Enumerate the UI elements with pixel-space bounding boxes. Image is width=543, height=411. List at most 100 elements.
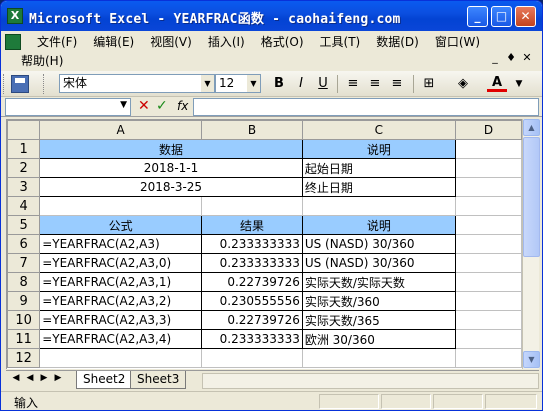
cell-c[interactable]: 说明: [301, 215, 456, 235]
chevron-down-icon[interactable]: ▼: [509, 75, 529, 93]
cell-a[interactable]: =YEARFRAC(A2,A3,2): [39, 291, 203, 311]
fill-color-icon[interactable]: ◈: [453, 75, 473, 93]
menu-tools[interactable]: 工具(T): [312, 33, 369, 51]
menu-insert[interactable]: 插入(I): [200, 33, 253, 51]
cell-a[interactable]: 2018-3-25: [39, 177, 303, 197]
cell-d[interactable]: [454, 234, 522, 254]
row-header[interactable]: 6: [7, 234, 41, 254]
cell-d[interactable]: [454, 177, 522, 197]
scroll-thumb[interactable]: [523, 137, 540, 257]
row-header[interactable]: 1: [7, 139, 41, 159]
title-bar[interactable]: X Microsoft Excel - YEARFRAC函数 - caohaif…: [1, 1, 542, 31]
cell-a[interactable]: [39, 348, 203, 368]
next-sheet-icon[interactable]: ▶: [38, 373, 50, 383]
workbook-restore-button[interactable]: ♦: [503, 51, 519, 69]
cancel-icon[interactable]: ✕: [138, 98, 150, 114]
close-button[interactable]: ✕: [515, 6, 536, 27]
cell-b[interactable]: 0.233333333: [201, 234, 303, 254]
chevron-down-icon[interactable]: ▼: [201, 75, 214, 92]
maximize-button[interactable]: □: [491, 6, 512, 27]
menu-data[interactable]: 数据(D): [368, 33, 427, 51]
cell-d[interactable]: [454, 253, 522, 273]
formula-input[interactable]: [193, 98, 539, 116]
toolbar-grip[interactable]: [43, 74, 46, 94]
cell-a[interactable]: =YEARFRAC(A2,A3,4): [39, 329, 203, 349]
scroll-down-icon[interactable]: ▼: [523, 351, 540, 368]
align-center-icon[interactable]: ≡: [365, 75, 385, 93]
scroll-up-icon[interactable]: ▲: [523, 119, 540, 136]
insert-function-icon[interactable]: fx: [177, 99, 188, 113]
select-all-corner[interactable]: [7, 120, 41, 140]
column-header-a[interactable]: A: [39, 120, 203, 140]
tab-sheet3[interactable]: Sheet3: [130, 371, 187, 389]
cell-b[interactable]: 0.233333333: [201, 329, 303, 349]
cell-a[interactable]: [39, 196, 203, 216]
row-header[interactable]: 4: [7, 196, 41, 216]
workbook-close-button[interactable]: ✕: [519, 51, 535, 69]
chevron-down-icon[interactable]: ▼: [120, 100, 127, 110]
row-header[interactable]: 5: [7, 215, 41, 235]
cell-c[interactable]: [301, 196, 456, 216]
column-header-d[interactable]: D: [454, 120, 522, 140]
row-header[interactable]: 3: [7, 177, 41, 197]
row-header[interactable]: 9: [7, 291, 41, 311]
font-color-button[interactable]: A: [487, 75, 507, 92]
cell-d[interactable]: [454, 348, 522, 368]
row-header[interactable]: 11: [7, 329, 41, 349]
cell-c[interactable]: 说明: [301, 139, 456, 159]
row-header[interactable]: 7: [7, 253, 41, 273]
horizontal-scrollbar[interactable]: [202, 373, 539, 389]
chevron-down-icon[interactable]: ▼: [247, 75, 260, 92]
cell-b[interactable]: 0.22739726: [201, 272, 303, 292]
underline-button[interactable]: U: [313, 75, 333, 93]
vertical-scrollbar[interactable]: ▲ ▼: [522, 119, 540, 369]
enter-icon[interactable]: ✓: [156, 98, 168, 114]
cell-a[interactable]: =YEARFRAC(A2,A3): [39, 234, 203, 254]
menu-edit[interactable]: 编辑(E): [85, 33, 142, 51]
cell-a[interactable]: 2018-1-1: [39, 158, 303, 178]
cell-b[interactable]: [201, 348, 303, 368]
italic-button[interactable]: I: [291, 75, 311, 93]
align-left-icon[interactable]: ≡: [343, 75, 363, 93]
row-header[interactable]: 8: [7, 272, 41, 292]
row-header[interactable]: 2: [7, 158, 41, 178]
cell-b[interactable]: 0.233333333: [201, 253, 303, 273]
cell-b[interactable]: 0.22739726: [201, 310, 303, 330]
cell-b[interactable]: 结果: [201, 215, 303, 235]
cell-c[interactable]: 实际天数/365: [301, 310, 456, 330]
column-header-b[interactable]: B: [201, 120, 303, 140]
menu-file[interactable]: 文件(F): [29, 33, 85, 51]
font-size-select[interactable]: 12 ▼: [215, 74, 261, 93]
cell-d[interactable]: [454, 272, 522, 292]
first-sheet-icon[interactable]: ◀: [10, 373, 22, 383]
font-name-select[interactable]: 宋体 ▼: [59, 74, 215, 93]
workbook-minimize-button[interactable]: _: [487, 51, 503, 69]
align-right-icon[interactable]: ≡: [387, 75, 407, 93]
cell-c[interactable]: US (NASD) 30/360: [301, 234, 456, 254]
cell-c[interactable]: 起始日期: [301, 158, 456, 178]
menu-view[interactable]: 视图(V): [142, 33, 200, 51]
toolbar-grip[interactable]: [3, 74, 6, 94]
cell-c[interactable]: 终止日期: [301, 177, 456, 197]
cell-a[interactable]: =YEARFRAC(A2,A3,0): [39, 253, 203, 273]
cell-a[interactable]: =YEARFRAC(A2,A3,3): [39, 310, 203, 330]
tab-sheet2[interactable]: Sheet2: [76, 371, 133, 389]
cell-a[interactable]: 数据: [39, 139, 303, 159]
worksheet-grid[interactable]: A B C D 1 数据 说明 2 2018-1-1 起始日期 3 2018-3-25 终止日期…: [6, 119, 522, 369]
menu-format[interactable]: 格式(O): [253, 33, 312, 51]
cell-a[interactable]: 公式: [39, 215, 203, 235]
cell-d[interactable]: [454, 329, 522, 349]
save-icon[interactable]: [11, 75, 29, 93]
excel-app-icon[interactable]: X: [7, 8, 23, 24]
cell-b[interactable]: [201, 196, 303, 216]
cell-d[interactable]: [454, 196, 522, 216]
menu-window[interactable]: 窗口(W): [427, 33, 488, 51]
bold-button[interactable]: B: [269, 75, 289, 93]
minimize-button[interactable]: _: [467, 6, 488, 27]
cell-d[interactable]: [454, 291, 522, 311]
menu-help[interactable]: 帮助(H): [13, 52, 71, 70]
cell-d[interactable]: [454, 310, 522, 330]
cell-a[interactable]: =YEARFRAC(A2,A3,1): [39, 272, 203, 292]
cell-b[interactable]: 0.230555556: [201, 291, 303, 311]
row-header[interactable]: 12: [7, 348, 41, 368]
